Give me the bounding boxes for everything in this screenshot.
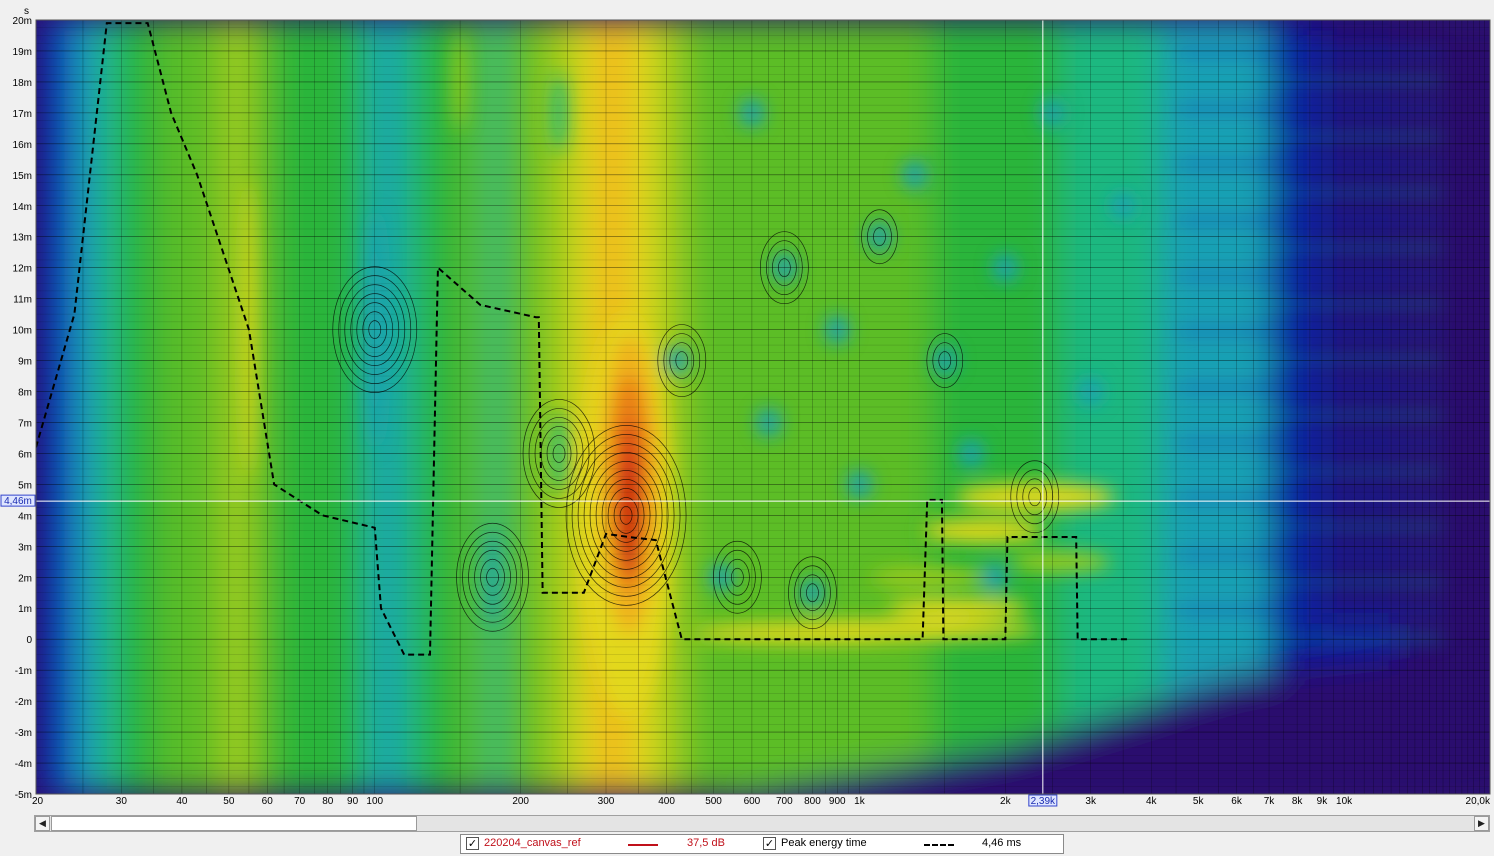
x-tick-label: 60 — [262, 796, 274, 807]
legend-swatch-peak-energy — [924, 844, 954, 846]
heat-streak — [1176, 580, 1444, 585]
y-tick-label: 10m — [13, 326, 32, 337]
y-axis-unit-label: s — [24, 6, 29, 17]
x-tick-label: 500 — [705, 796, 722, 807]
spectrogram-chart[interactable]: 2,39k 4,46m 20m 19m 18m 17m 16m 15m 14m 13m 12m 11… — [0, 0, 1494, 812]
y-tick-label: -1m — [15, 666, 32, 677]
x-tick-label: 3k — [1085, 796, 1097, 807]
x-tick-label: 20,0k — [1466, 796, 1491, 807]
y-tick-label: 4m — [18, 511, 32, 522]
x-tick-label: 7k — [1264, 796, 1276, 807]
x-tick-label: 9k — [1317, 796, 1329, 807]
y-tick-label: 13m — [13, 233, 32, 244]
y-tick-label: 2m — [18, 573, 32, 584]
y-tick-label: 1m — [18, 604, 32, 615]
heat-streak — [1176, 301, 1444, 306]
cursor-y-readout: 4,46m — [4, 496, 32, 507]
heat-streak — [1176, 413, 1444, 418]
scroll-right-button[interactable]: ▶ — [1474, 816, 1489, 831]
x-tick-label: 4k — [1146, 796, 1158, 807]
heat-streak — [1176, 385, 1444, 390]
energy-heatmap — [36, 20, 1490, 794]
legend-label-canvas-ref: 220204_canvas_ref — [484, 837, 581, 849]
y-tick-label: 7m — [18, 418, 32, 429]
heat-streak — [1176, 329, 1444, 334]
heat-streak — [1176, 496, 1444, 501]
x-tick-label: 1k — [854, 796, 866, 807]
x-tick-label: 400 — [658, 796, 675, 807]
y-tick-label: 5m — [18, 480, 32, 491]
y-tick-label: 19m — [13, 47, 32, 58]
y-tick-label: 14m — [13, 202, 32, 213]
grid-lines — [36, 20, 1490, 794]
x-tick-label: 70 — [294, 796, 306, 807]
x-tick-label: 100 — [366, 796, 383, 807]
heat-streak — [1176, 190, 1444, 195]
y-tick-label: -4m — [15, 759, 32, 770]
x-tick-label: 10k — [1336, 796, 1353, 807]
heat-streak — [1176, 50, 1444, 55]
heat-streak — [1176, 134, 1444, 139]
x-tick-label: 600 — [744, 796, 761, 807]
heat-streak — [1176, 357, 1444, 362]
y-tick-label: 12m — [13, 264, 32, 275]
heat-streak — [1176, 524, 1444, 529]
heat-streak — [1176, 552, 1444, 557]
x-tick-label: 50 — [223, 796, 235, 807]
y-tick-label: 20m — [13, 16, 32, 27]
y-tick-label: 17m — [13, 109, 32, 120]
y-tick-label: -5m — [15, 790, 32, 801]
horizontal-scrollbar[interactable]: ◀ ▶ — [34, 815, 1490, 832]
legend-label-peak-energy: Peak energy time — [781, 837, 867, 849]
scroll-left-button[interactable]: ◀ — [35, 816, 50, 831]
y-tick-label: 8m — [18, 388, 32, 399]
legend-checkbox-canvas-ref[interactable]: ✓ — [466, 837, 479, 850]
heat-streak — [1176, 608, 1444, 613]
x-tick-label: 40 — [176, 796, 188, 807]
heat-streak — [1176, 273, 1444, 278]
x-tick-label: 700 — [776, 796, 793, 807]
heat-streak — [1176, 441, 1444, 446]
y-tick-label: -3m — [15, 728, 32, 739]
cursor-x-readout: 2,39k — [1031, 796, 1056, 807]
y-tick-label: 11m — [13, 295, 32, 306]
y-tick-label: 0 — [26, 635, 32, 646]
legend: ✓ 220204_canvas_ref 37,5 dB ✓ Peak energ… — [460, 834, 1064, 854]
x-tick-label: 900 — [829, 796, 846, 807]
x-tick-label: 30 — [116, 796, 128, 807]
y-tick-label: 16m — [13, 140, 32, 151]
x-tick-label: 2k — [1000, 796, 1012, 807]
y-tick-label: 3m — [18, 542, 32, 553]
x-tick-label: 200 — [512, 796, 529, 807]
legend-swatch-canvas-ref — [628, 844, 658, 846]
x-tick-label: 8k — [1292, 796, 1304, 807]
x-tick-label: 800 — [804, 796, 821, 807]
y-tick-label: 18m — [13, 78, 32, 89]
x-tick-label: 90 — [347, 796, 359, 807]
x-tick-label: 6k — [1231, 796, 1243, 807]
legend-value-canvas-ref: 37,5 dB — [687, 837, 725, 849]
y-tick-label: 6m — [18, 449, 32, 460]
heat-streak — [1176, 78, 1444, 83]
y-tick-label: -2m — [15, 697, 32, 708]
x-tick-label: 20 — [32, 796, 44, 807]
x-tick-label: 5k — [1193, 796, 1205, 807]
heat-streak — [1176, 468, 1444, 473]
heat-streak — [1176, 106, 1444, 111]
x-tick-label: 300 — [598, 796, 615, 807]
scroll-thumb[interactable] — [51, 816, 417, 831]
legend-value-peak-energy: 4,46 ms — [982, 837, 1022, 849]
x-tick-label: 80 — [322, 796, 334, 807]
heat-streak — [1176, 218, 1444, 223]
y-tick-label: 9m — [18, 357, 32, 368]
y-tick-label: 15m — [13, 171, 32, 182]
heat-streak — [1176, 636, 1444, 641]
heat-streak — [1176, 246, 1444, 251]
legend-checkbox-peak-energy[interactable]: ✓ — [763, 837, 776, 850]
heat-streak — [1176, 162, 1444, 167]
